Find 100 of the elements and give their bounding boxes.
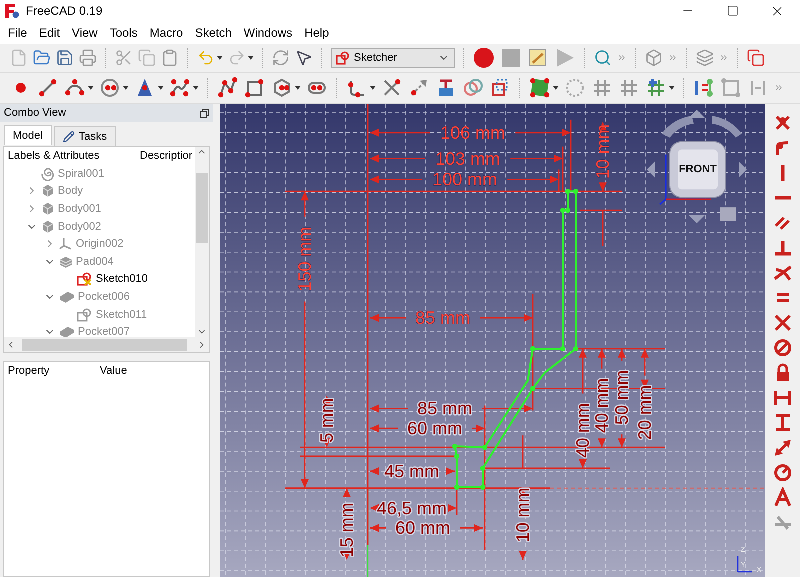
tab[interactable]: Tasks: [54, 126, 116, 146]
axes-icon: [59, 237, 73, 252]
caret-icon[interactable]: [370, 86, 376, 90]
app-logo-icon: [4, 3, 20, 19]
dimension-label[interactable]: 15 mm: [336, 502, 358, 558]
tree-item[interactable]: Body001: [58, 202, 102, 215]
caret-icon[interactable]: [88, 86, 94, 90]
menu-item[interactable]: Windows: [238, 26, 299, 40]
refresh-icon[interactable]: [272, 49, 290, 67]
tree-item[interactable]: Origin002: [76, 238, 124, 250]
navigation-cube-drawing[interactable]: [647, 110, 747, 224]
tree-item[interactable]: Sketch011: [96, 308, 148, 321]
dimension-label[interactable]: 40 mm: [592, 378, 612, 434]
pad-icon: [59, 254, 73, 269]
open-folder-icon[interactable]: [33, 49, 51, 67]
horizontal-scrollbar[interactable]: [4, 337, 209, 352]
dimension-label[interactable]: 10 mm: [592, 124, 614, 180]
dimension-label[interactable]: 60 mm: [408, 418, 462, 439]
dotted-circle-icon[interactable]: [564, 77, 586, 99]
angle-icon[interactable]: [772, 487, 794, 509]
chevrons-icon[interactable]: [774, 83, 784, 93]
dimension-label[interactable]: 50 mm: [612, 370, 632, 426]
line-icon[interactable]: [37, 77, 59, 99]
clipboard-icon[interactable]: [161, 49, 179, 67]
cube-icon: [41, 202, 55, 216]
cube-icon: [41, 220, 55, 234]
tree-item[interactable]: Pocket006: [78, 290, 130, 303]
dimension-label[interactable]: 5 mm: [316, 398, 338, 444]
tree-item[interactable]: Spiral001: [58, 168, 104, 180]
caret-icon[interactable]: [248, 56, 254, 60]
axis-triad-icon: [737, 555, 753, 573]
column-header[interactable]: Labels & Attributes: [4, 150, 136, 162]
dof-icon[interactable]: [693, 77, 715, 99]
dimension-label[interactable]: 150 mm: [294, 226, 316, 292]
undock-icon[interactable]: [200, 108, 209, 118]
tree-item[interactable]: Body002: [58, 220, 102, 233]
menu-item[interactable]: File: [2, 26, 34, 40]
dimension-label[interactable]: 46,5 mm: [377, 498, 447, 518]
notepad-icon[interactable]: [527, 47, 549, 69]
chevrons-icon[interactable]: [617, 53, 627, 63]
menu-item[interactable]: Macro: [144, 26, 190, 40]
dimension-label[interactable]: 10 mm: [512, 488, 534, 543]
save-icon[interactable]: [56, 49, 74, 67]
workbench-dropdown[interactable]: Sketcher: [331, 48, 455, 68]
column-header[interactable]: Value: [96, 365, 209, 377]
menu-item[interactable]: Edit: [33, 26, 66, 40]
bspline-icon[interactable]: [169, 77, 191, 99]
hash-icon[interactable]: [591, 77, 613, 99]
tree-item[interactable]: Sketch010: [96, 273, 148, 286]
record-icon[interactable]: [473, 47, 495, 69]
caret-icon[interactable]: [553, 86, 559, 90]
rectangle-icon[interactable]: [244, 77, 266, 99]
validate-sketch-icon[interactable]: [529, 77, 551, 99]
dimension-label[interactable]: 85 mm: [418, 398, 472, 419]
sketch-icon: [77, 308, 93, 322]
caret-icon[interactable]: [193, 86, 199, 90]
cube-icon: [41, 184, 55, 198]
dimension-label[interactable]: 45 mm: [384, 461, 440, 482]
menu-item[interactable]: Help: [298, 26, 336, 40]
chevrons-icon[interactable]: [668, 53, 678, 63]
copy-icon[interactable]: [747, 49, 765, 67]
tree-item[interactable]: Pad004: [76, 256, 114, 268]
layers-icon[interactable]: [696, 49, 714, 67]
dimension-label[interactable]: 106 mm: [440, 122, 506, 143]
printer-icon[interactable]: [79, 49, 97, 67]
maximize-icon[interactable]: [726, 5, 738, 17]
chevrons-icon[interactable]: [719, 53, 729, 63]
carbon-copy-icon[interactable]: [462, 77, 484, 99]
tree-item[interactable]: Body: [58, 185, 84, 198]
tab[interactable]: Model: [4, 125, 52, 145]
caret-icon[interactable]: [158, 86, 164, 90]
dimension-label[interactable]: 40 mm: [572, 403, 594, 458]
dimension-label[interactable]: 103 mm: [436, 148, 500, 169]
search-icon[interactable]: [594, 49, 612, 67]
column-header[interactable]: Property: [4, 365, 96, 377]
plus-grid-icon[interactable]: [645, 77, 667, 99]
cube-icon[interactable]: [645, 49, 663, 67]
caret-icon[interactable]: [123, 86, 129, 90]
tree-item[interactable]: Pocket007: [78, 326, 130, 337]
menu-item[interactable]: Sketch: [189, 26, 238, 40]
column-header[interactable]: Descriptior: [136, 150, 195, 162]
hexagon-icon[interactable]: [271, 77, 293, 99]
construction-toggle-icon[interactable]: [489, 77, 511, 99]
menu-item[interactable]: View: [66, 26, 104, 40]
circle-icon[interactable]: [99, 77, 121, 99]
caret-icon[interactable]: [295, 86, 301, 90]
dimension-label[interactable]: 100 mm: [432, 170, 498, 190]
caret-icon[interactable]: [669, 86, 675, 90]
radius-icon[interactable]: [772, 462, 794, 484]
hash-icon[interactable]: [618, 77, 640, 99]
vertical-scrollbar[interactable]: [195, 147, 209, 337]
caret-icon[interactable]: [217, 56, 223, 60]
dimension-label[interactable]: 60 mm: [396, 518, 450, 538]
dimension-label[interactable]: 20 mm: [634, 385, 656, 440]
sketch-icon: [77, 272, 93, 286]
pointer-help-icon[interactable]: [295, 49, 313, 67]
block-icon[interactable]: [772, 337, 794, 359]
panel-title: Combo View: [4, 107, 66, 119]
polyline-icon[interactable]: [217, 77, 239, 99]
menu-item[interactable]: Tools: [104, 26, 144, 40]
